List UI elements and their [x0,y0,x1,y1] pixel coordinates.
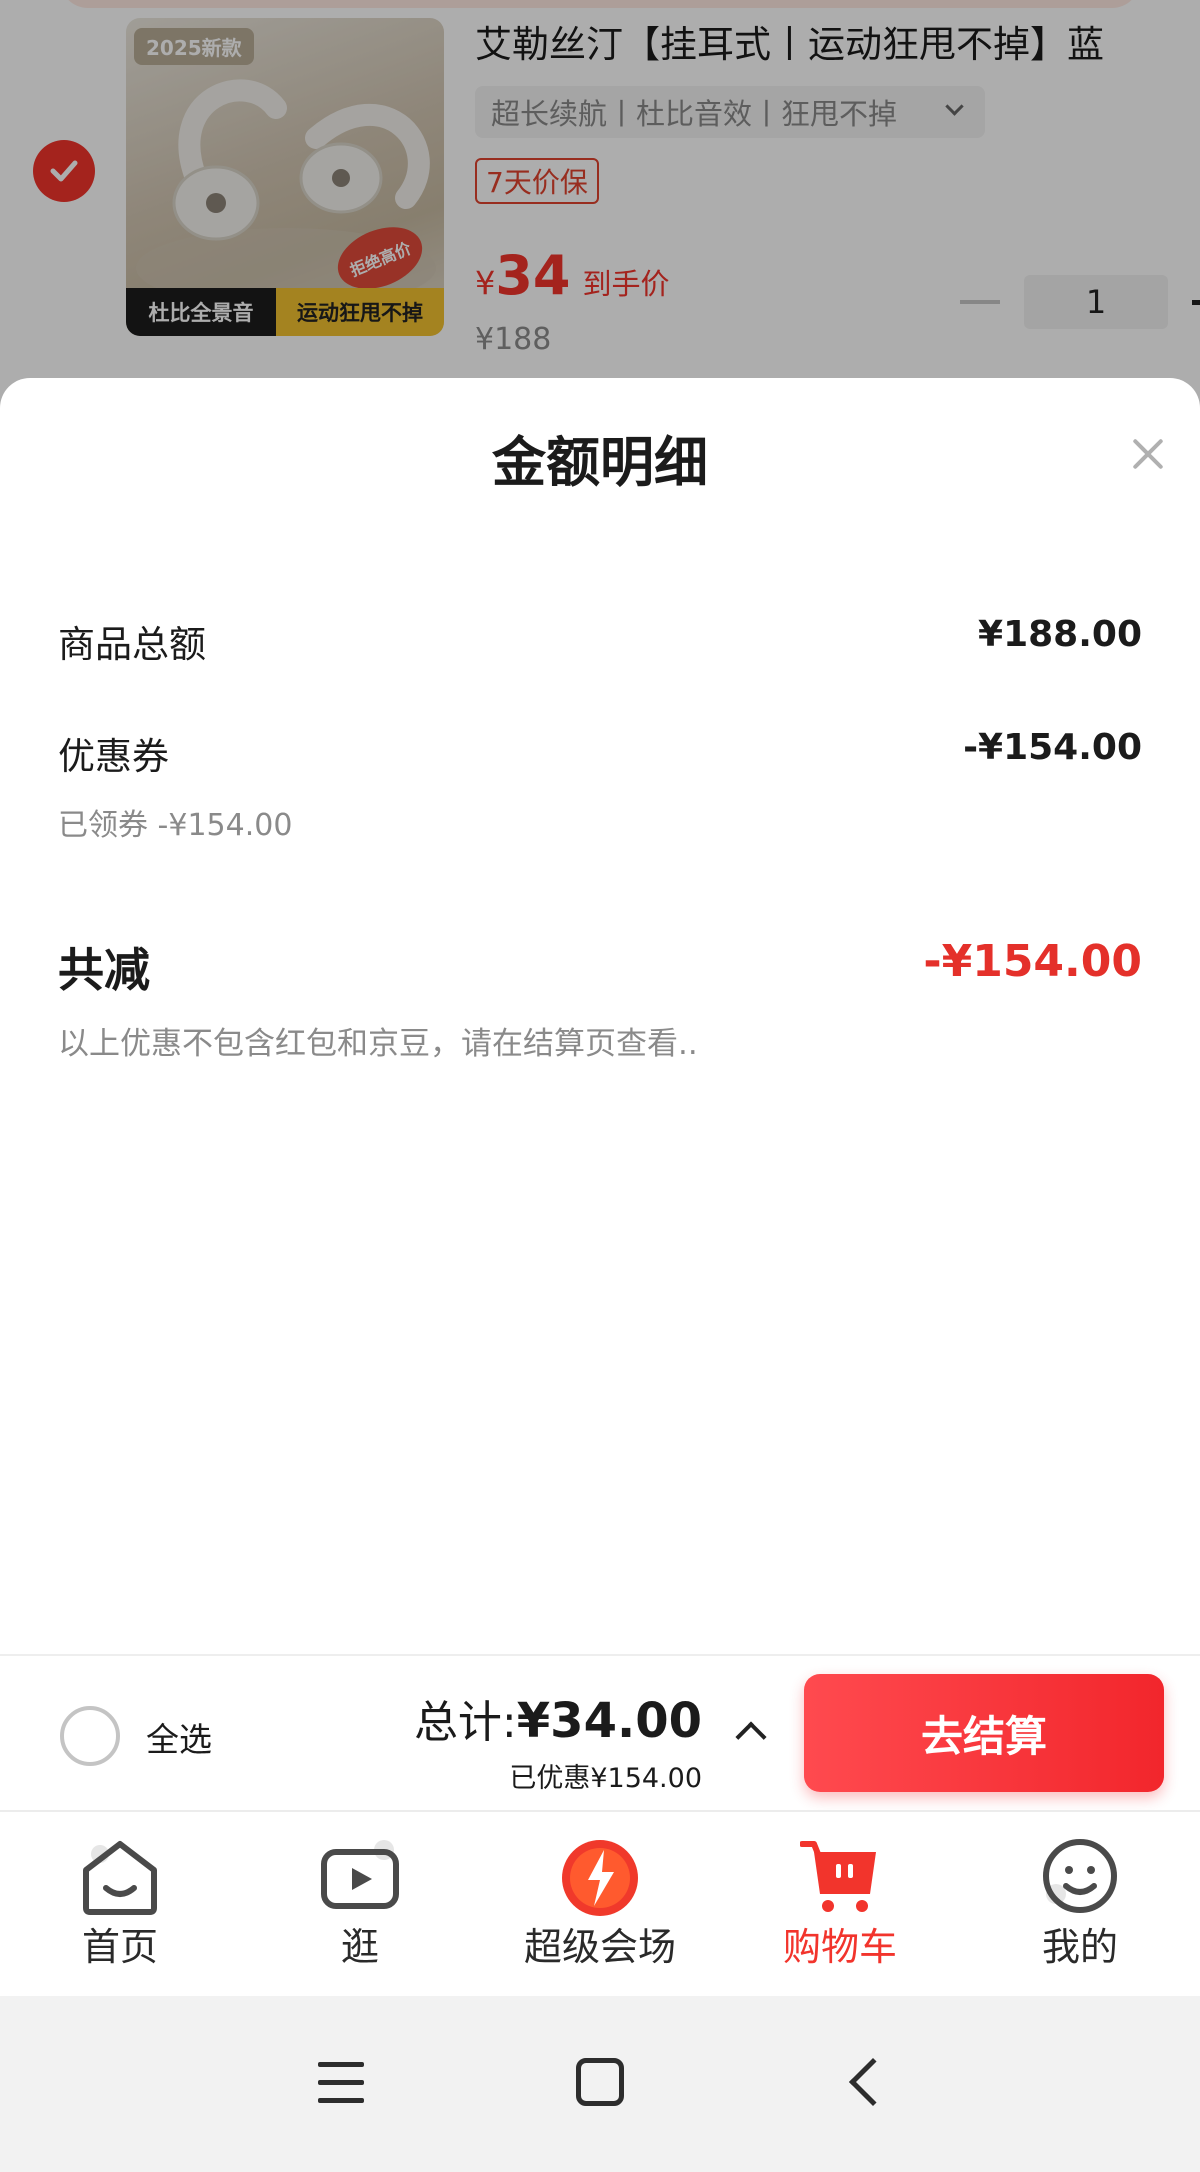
video-icon [321,1840,399,1909]
tab-label: 首页 [81,1925,158,1969]
total-label: 总计: [413,1697,517,1748]
tab-profile[interactable]: 我的 [960,1812,1200,1998]
total-value: ¥34.00 [516,1693,702,1749]
subtotal-label: 商品总额 [58,623,206,666]
super-venue-icon [562,1840,638,1916]
home-icon [83,1841,157,1915]
tab-cart[interactable]: 购物车 [720,1812,960,1998]
close-icon[interactable] [1128,434,1168,474]
coupon-detail: 已领券 -¥154.00 [58,808,293,843]
tab-label: 购物车 [782,1925,897,1969]
tab-stroll[interactable]: 逛 [240,1812,480,1998]
tab-home[interactable]: 首页 [0,1812,240,1998]
app-screen: 2025新款 拒绝高价 杜比全景音 运动狂甩不掉 艾勒丝汀【挂耳式丨运动狂甩不掉… [0,0,1200,2172]
back-icon[interactable] [848,2057,898,2107]
total-amount: 总计: ¥34.00 [414,1686,702,1750]
profile-icon [1043,1839,1117,1913]
discount-note: 以上优惠不包含红包和京豆，请在结算页查看.. [58,1026,698,1062]
total-discount-value: -¥154.00 [923,936,1142,987]
amount-detail-sheet: 金额明细 商品总额 ¥188.00 优惠券 -¥154.00 已领券 -¥154… [0,378,1200,1654]
saved-amount: 已优惠¥154.00 [509,1763,702,1794]
modal-overlay[interactable] [0,0,1200,420]
checkout-button[interactable]: 去结算 [804,1674,1164,1792]
menu-icon[interactable] [318,2062,364,2104]
chevron-up-icon[interactable] [735,1721,767,1753]
checkout-bar: 全选 总计: ¥34.00 已优惠¥154.00 去结算 [0,1654,1200,1810]
home-square-icon[interactable] [576,2058,624,2106]
coupon-value: -¥154.00 [963,727,1142,768]
subtotal-value: ¥188.00 [978,614,1142,655]
cart-icon [800,1841,876,1912]
tab-label: 逛 [340,1925,379,1969]
tab-super-venue[interactable]: 超级会场 [480,1812,720,1998]
tab-label: 超级会场 [523,1925,676,1969]
sheet-title: 金额明细 [492,431,708,494]
tab-label: 我的 [1041,1925,1118,1969]
select-all-checkbox[interactable] [60,1706,120,1766]
select-all-label[interactable]: 全选 [146,1713,212,1761]
coupon-label: 优惠券 [58,735,169,778]
system-nav-bar [0,1996,1200,2172]
total-discount-label: 共减 [58,943,150,997]
bottom-tab-bar: 首页 逛 超级会场 购物车 我的 [0,1810,1200,1996]
